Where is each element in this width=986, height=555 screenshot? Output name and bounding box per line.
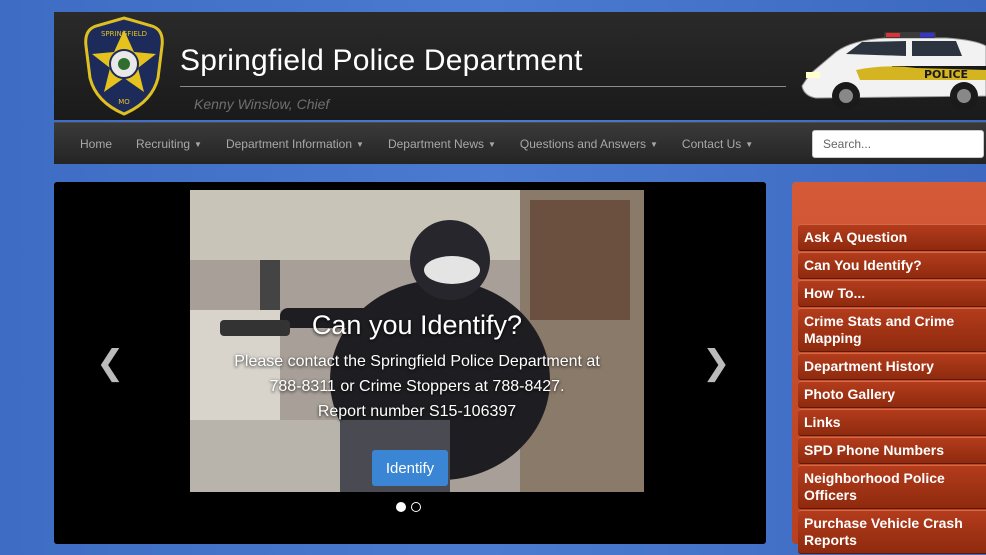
slide-text-line-3: Report number S15-106397 (317, 403, 517, 420)
site-header: SPRINGFIELD MO Springfield Police Depart… (54, 12, 986, 120)
sidebar-item-how-to[interactable]: How To... (798, 280, 986, 307)
quick-links-sidebar: Ask A Question Can You Identify? How To.… (792, 182, 986, 554)
nav-questions-and-answers[interactable]: Questions and Answers ▼ (508, 137, 670, 151)
site-title: Springfield Police Department (180, 44, 583, 77)
svg-text:SPRINGFIELD: SPRINGFIELD (101, 30, 147, 38)
police-badge-logo[interactable]: SPRINGFIELD MO (82, 16, 166, 116)
sidebar-item-ask-a-question[interactable]: Ask A Question (798, 224, 986, 251)
sidebar-item-spd-phone-numbers[interactable]: SPD Phone Numbers (798, 437, 986, 464)
title-divider (180, 86, 786, 87)
carousel-dot-2[interactable] (411, 502, 421, 512)
sidebar-item-neighborhood-officers[interactable]: Neighborhood Police Officers (798, 465, 986, 509)
caret-down-icon: ▼ (745, 139, 754, 149)
slide-caption: Can you Identify? Please contact the Spr… (190, 310, 644, 424)
sidebar-item-crime-stats[interactable]: Crime Stats and Crime Mapping (798, 308, 986, 352)
svg-text:MO: MO (118, 98, 130, 106)
slide-text-line-1: Please contact the Springfield Police De… (234, 353, 600, 370)
slide-heading: Can you Identify? (311, 310, 523, 340)
sidebar-item-photo-gallery[interactable]: Photo Gallery (798, 381, 986, 408)
nav-recruiting[interactable]: Recruiting ▼ (124, 137, 214, 151)
carousel-indicators (396, 502, 421, 512)
chief-name: Kenny Winslow, Chief (194, 96, 330, 112)
carousel-dot-1[interactable] (396, 502, 406, 512)
sidebar-item-department-history[interactable]: Department History (798, 353, 986, 380)
sidebar-item-links[interactable]: Links (798, 409, 986, 436)
police-car-image: POLICE (801, 32, 986, 110)
caret-down-icon: ▼ (356, 139, 364, 149)
carousel-prev-arrow-icon[interactable]: ❮ (96, 346, 125, 380)
nav-home[interactable]: Home (68, 137, 124, 151)
nav-department-news[interactable]: Department News ▼ (376, 137, 508, 151)
search-input[interactable] (812, 130, 984, 158)
image-carousel: Can you Identify? Please contact the Spr… (54, 182, 766, 544)
caret-down-icon: ▼ (194, 139, 202, 149)
sidebar-item-can-you-identify[interactable]: Can You Identify? (798, 252, 986, 279)
carousel-next-arrow-icon[interactable]: ❯ (702, 346, 731, 380)
nav-contact-us[interactable]: Contact Us ▼ (670, 137, 765, 151)
caret-down-icon: ▼ (650, 139, 658, 149)
slide-text-line-2: 788-8311 or Crime Stoppers at 788-8427. (269, 378, 565, 395)
nav-department-information[interactable]: Department Information ▼ (214, 137, 376, 151)
quick-links-menu: Ask A Question Can You Identify? How To.… (798, 224, 986, 555)
caret-down-icon: ▼ (488, 139, 496, 149)
car-police-text: POLICE (924, 68, 968, 81)
sidebar-item-crash-reports[interactable]: Purchase Vehicle Crash Reports (798, 510, 986, 554)
main-navbar: Home Recruiting ▼ Department Information ▼… (54, 122, 986, 164)
identify-button[interactable]: Identify (372, 450, 448, 486)
